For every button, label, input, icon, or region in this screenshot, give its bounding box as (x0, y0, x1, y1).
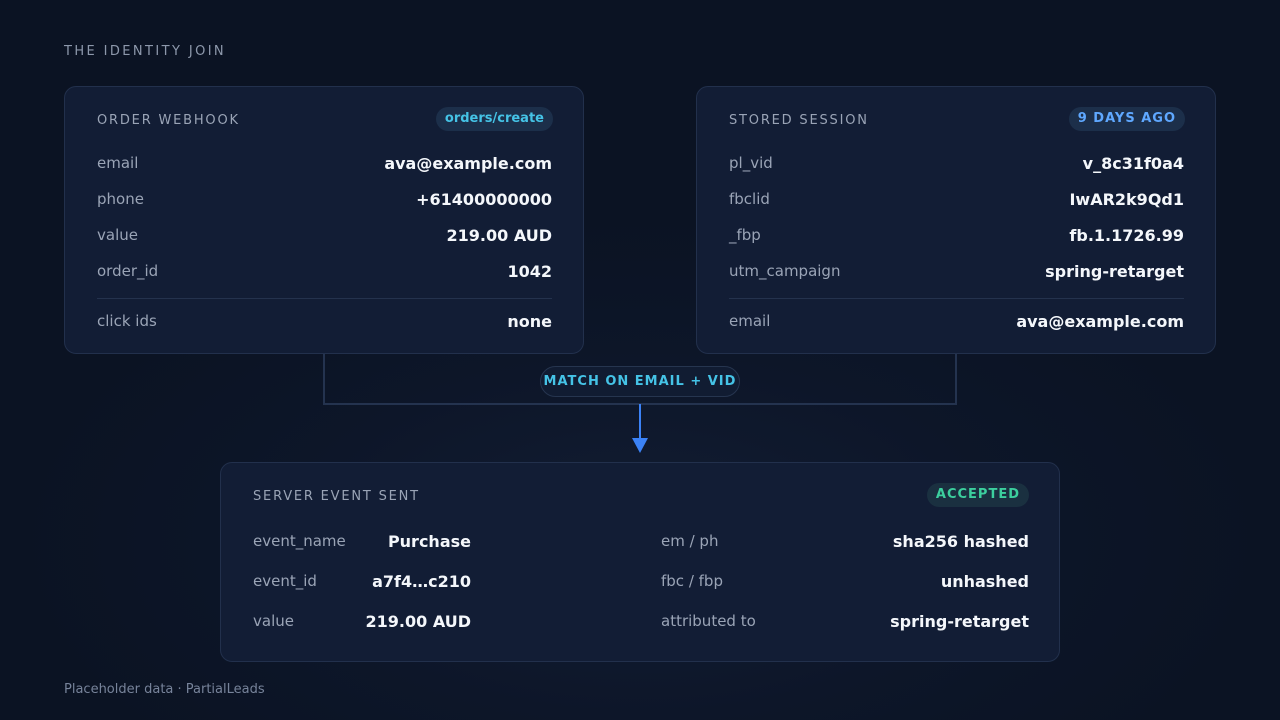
event-row-value: value 219.00 AUD (253, 610, 471, 632)
webhook-row-phone: phone +61400000000 (97, 188, 552, 210)
card-title: STORED SESSION (729, 113, 869, 128)
stored-session-card: STORED SESSION 9 DAYS AGO pl_vid v_8c31f… (696, 86, 1216, 354)
page-title: THE IDENTITY JOIN (64, 44, 227, 59)
event-row-em-ph: em / ph sha256 hashed (661, 530, 1029, 552)
footer-note: Placeholder data · PartialLeads (64, 682, 265, 697)
field-value: v_8c31f0a4 (1082, 153, 1184, 173)
field-label: attributed to (661, 612, 756, 630)
card-title: SERVER EVENT SENT (253, 489, 420, 504)
field-value: 1042 (507, 261, 552, 281)
webhook-topic-badge: orders/create (435, 107, 553, 131)
field-value: sha256 hashed (892, 531, 1029, 551)
field-value: a7f4…c210 (372, 571, 471, 591)
field-value: Purchase (387, 531, 471, 551)
server-event-card: SERVER EVENT SENT ACCEPTED event_name Pu… (220, 462, 1060, 662)
field-label: value (97, 226, 138, 244)
divider (729, 298, 1184, 299)
field-value: ava@example.com (1016, 311, 1184, 331)
order-webhook-card: ORDER WEBHOOK orders/create email ava@ex… (64, 86, 584, 354)
field-label: click ids (97, 312, 157, 330)
event-row-attributed-to: attributed to spring-retarget (661, 610, 1029, 632)
field-label: order_id (97, 262, 159, 280)
field-label: event_id (253, 572, 317, 590)
session-row-fbclid: fbclid IwAR2k9Qd1 (729, 188, 1184, 210)
field-value: spring-retarget (890, 611, 1029, 631)
field-value: IwAR2k9Qd1 (1069, 189, 1184, 209)
divider (97, 298, 552, 299)
session-row-pl-vid: pl_vid v_8c31f0a4 (729, 152, 1184, 174)
session-row-utm-campaign: utm_campaign spring-retarget (729, 260, 1184, 282)
event-status-badge: ACCEPTED (926, 483, 1029, 507)
webhook-row-click-ids: click ids none (97, 310, 552, 332)
field-value: 219.00 AUD (365, 611, 471, 631)
arrow-down-icon (632, 438, 648, 453)
field-label: phone (97, 190, 144, 208)
field-label: fbc / fbp (661, 572, 723, 590)
field-label: email (729, 312, 771, 330)
field-value: spring-retarget (1045, 261, 1184, 281)
session-age-badge: 9 DAYS AGO (1068, 107, 1185, 131)
field-label: utm_campaign (729, 262, 841, 280)
webhook-row-value: value 219.00 AUD (97, 224, 552, 246)
webhook-row-email: email ava@example.com (97, 152, 552, 174)
event-row-fbc-fbp: fbc / fbp unhashed (661, 570, 1029, 592)
session-row-email: email ava@example.com (729, 310, 1184, 332)
field-value: 219.00 AUD (446, 225, 552, 245)
event-row-event-name: event_name Purchase (253, 530, 471, 552)
field-value: +61400000000 (416, 189, 552, 209)
field-label: em / ph (661, 532, 719, 550)
field-label: event_name (253, 532, 346, 550)
field-label: email (97, 154, 139, 172)
field-label: pl_vid (729, 154, 773, 172)
session-row-fbp: _fbp fb.1.1726.99 (729, 224, 1184, 246)
event-row-event-id: event_id a7f4…c210 (253, 570, 471, 592)
field-value: none (507, 311, 552, 331)
match-rule-chip: MATCH ON EMAIL + VID (540, 366, 740, 397)
field-label: value (253, 612, 294, 630)
field-value: unhashed (940, 571, 1029, 591)
webhook-row-order-id: order_id 1042 (97, 260, 552, 282)
field-label: _fbp (729, 226, 761, 244)
field-label: fbclid (729, 190, 770, 208)
field-value: fb.1.1726.99 (1069, 225, 1184, 245)
field-value: ava@example.com (384, 153, 552, 173)
card-title: ORDER WEBHOOK (97, 113, 240, 128)
